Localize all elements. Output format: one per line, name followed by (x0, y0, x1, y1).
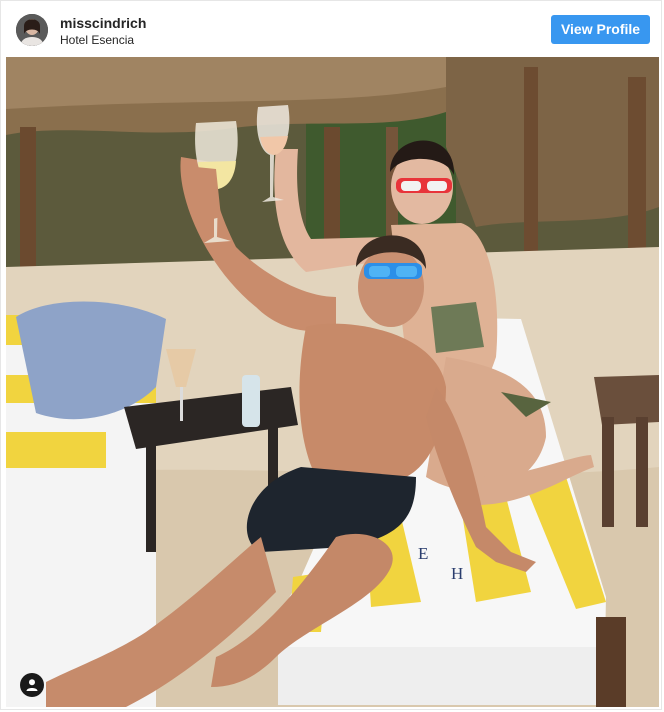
post-header: misscindrich Hotel Esencia View Profile (1, 1, 661, 57)
location-link[interactable]: Hotel Esencia (60, 33, 134, 47)
username[interactable]: misscindrich (60, 15, 146, 31)
person-silhouette-icon (26, 679, 38, 691)
beach-scene: E H (6, 57, 659, 707)
view-profile-button[interactable]: View Profile (551, 15, 650, 44)
post-photo[interactable]: E H (6, 57, 659, 707)
towel-letter-e: E (418, 544, 428, 563)
profile-avatar[interactable] (16, 14, 48, 46)
avatar-image (16, 14, 48, 46)
instagram-embed: misscindrich Hotel Esencia View Profile (0, 0, 662, 710)
person-tag-icon[interactable] (20, 673, 44, 697)
towel-letter-h: H (451, 564, 463, 583)
